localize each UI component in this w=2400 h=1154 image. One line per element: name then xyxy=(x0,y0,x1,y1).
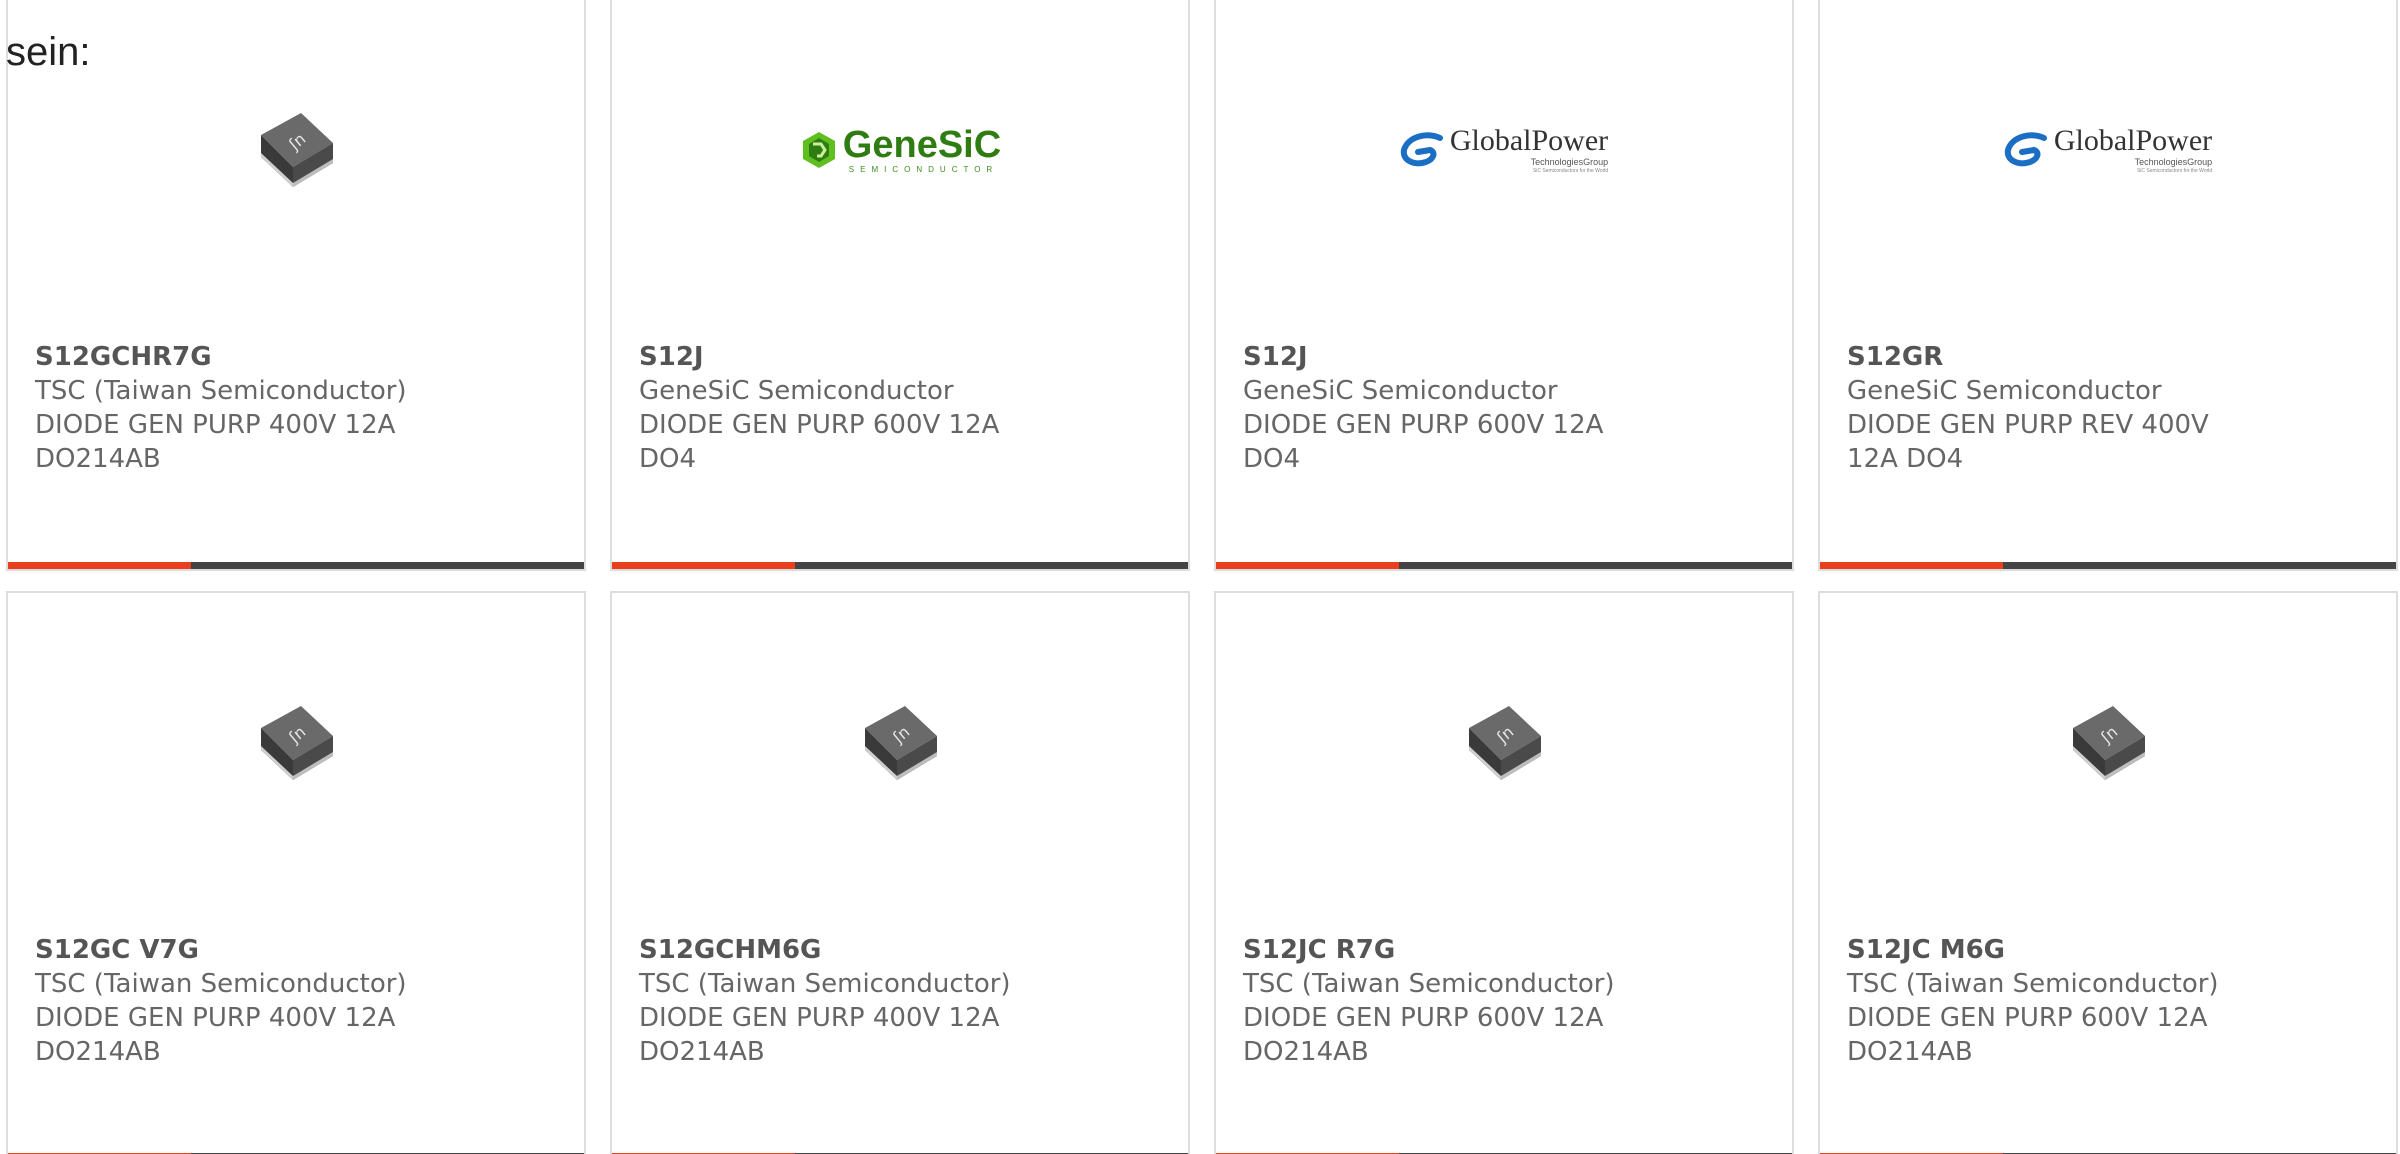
description: DIODE GEN PURP REV 400V 12A DO4 xyxy=(1847,410,2209,474)
manufacturer: GeneSiC Semiconductor xyxy=(639,376,954,406)
genesic-logo-sub: SEMICONDUCTOR xyxy=(848,165,999,174)
part-number[interactable]: S12GCHM6G xyxy=(639,933,1168,967)
card-bar-accent xyxy=(1216,562,1399,569)
globalpower-logo: GlobalPower TechnologiesGroup SiC Semico… xyxy=(1400,126,1608,174)
description: DIODE GEN PURP 400V 12A DO214AB xyxy=(639,1003,1000,1067)
product-image: ʃn xyxy=(8,60,584,240)
product-card[interactable]: ʃn S12GC V7G TSC (Taiwan Semiconductor) … xyxy=(6,591,586,1154)
product-image: ʃn xyxy=(1216,653,1792,833)
description: DIODE GEN PURP 600V 12A DO214AB xyxy=(1847,1003,2208,1067)
card-bar xyxy=(8,562,584,569)
globalpower-swoosh-icon xyxy=(2004,132,2047,167)
globalpower-swoosh-icon xyxy=(1400,132,1443,167)
manufacturer: GeneSiC Semiconductor xyxy=(1243,376,1558,406)
card-bar xyxy=(1820,562,2396,569)
description: DIODE GEN PURP 400V 12A DO214AB xyxy=(35,410,396,474)
smd-diode-icon: ʃn xyxy=(261,113,333,187)
smd-diode-icon: ʃn xyxy=(1469,706,1541,780)
manufacturer: TSC (Taiwan Semiconductor) xyxy=(35,969,407,999)
card-bar xyxy=(1216,562,1792,569)
product-card[interactable]: ʃn S12GCHM6G TSC (Taiwan Semiconductor) … xyxy=(610,591,1190,1154)
product-card[interactable]: GlobalPower TechnologiesGroup SiC Semico… xyxy=(1214,0,1794,571)
manufacturer: TSC (Taiwan Semiconductor) xyxy=(1243,969,1615,999)
product-grid: ʃn S12GCHR7G TSC (Taiwan Semiconductor) … xyxy=(6,0,2400,1154)
globalpower-logo-name: GlobalPower xyxy=(1449,124,1609,157)
part-number[interactable]: S12GCHR7G xyxy=(35,340,564,374)
manufacturer: TSC (Taiwan Semiconductor) xyxy=(35,376,407,406)
globalpower-logo-sub: TechnologiesGroup xyxy=(2134,157,2213,167)
product-info: S12JC M6G TSC (Taiwan Semiconductor) DIO… xyxy=(1847,933,2376,1069)
product-info: S12GCHR7G TSC (Taiwan Semiconductor) DIO… xyxy=(35,340,564,476)
product-card[interactable]: ʃn S12GCHR7G TSC (Taiwan Semiconductor) … xyxy=(6,0,586,571)
card-bar-accent xyxy=(8,562,191,569)
product-info: S12J GeneSiC Semiconductor DIODE GEN PUR… xyxy=(639,340,1168,476)
page: ʃn S12GCHR7G TSC (Taiwan Semiconductor) … xyxy=(0,0,2400,1154)
product-info: S12GC V7G TSC (Taiwan Semiconductor) DIO… xyxy=(35,933,564,1069)
manufacturer: TSC (Taiwan Semiconductor) xyxy=(639,969,1011,999)
card-bar xyxy=(612,562,1188,569)
product-info: S12GR GeneSiC Semiconductor DIODE GEN PU… xyxy=(1847,340,2376,476)
description: DIODE GEN PURP 600V 12A DO4 xyxy=(639,410,1000,474)
product-image: GeneSiC SEMICONDUCTOR xyxy=(612,60,1188,240)
product-card[interactable]: ʃn S12JC M6G TSC (Taiwan Semiconductor) … xyxy=(1818,591,2398,1154)
description: DIODE GEN PURP 400V 12A DO214AB xyxy=(35,1003,396,1067)
smd-diode-icon: ʃn xyxy=(261,706,333,780)
globalpower-logo: GlobalPower TechnologiesGroup SiC Semico… xyxy=(2004,126,2212,174)
product-image: GlobalPower TechnologiesGroup SiC Semico… xyxy=(1820,60,2396,240)
description: DIODE GEN PURP 600V 12A DO4 xyxy=(1243,410,1604,474)
globalpower-logo-name: GlobalPower xyxy=(2053,124,2213,157)
genesic-hex-icon xyxy=(802,132,835,168)
globalpower-logo-sub: TechnologiesGroup xyxy=(1530,157,1609,167)
product-image: GlobalPower TechnologiesGroup SiC Semico… xyxy=(1216,60,1792,240)
part-number[interactable]: S12JC R7G xyxy=(1243,933,1772,967)
product-info: S12J GeneSiC Semiconductor DIODE GEN PUR… xyxy=(1243,340,1772,476)
part-number[interactable]: S12GC V7G xyxy=(35,933,564,967)
description: DIODE GEN PURP 600V 12A DO214AB xyxy=(1243,1003,1604,1067)
globalpower-logo-tag: SiC Semiconductors for the World xyxy=(2136,168,2213,174)
product-image: ʃn xyxy=(1820,653,2396,833)
card-bar-accent xyxy=(1820,562,2003,569)
card-bar-accent xyxy=(612,562,795,569)
product-card[interactable]: GeneSiC SEMICONDUCTOR S12J GeneSiC Semic… xyxy=(610,0,1190,571)
part-number[interactable]: S12J xyxy=(639,340,1168,374)
manufacturer: TSC (Taiwan Semiconductor) xyxy=(1847,969,2219,999)
part-number[interactable]: S12JC M6G xyxy=(1847,933,2376,967)
smd-diode-icon: ʃn xyxy=(2073,706,2145,780)
genesic-logo: GeneSiC SEMICONDUCTOR xyxy=(799,126,1001,174)
globalpower-logo-tag: SiC Semiconductors for the World xyxy=(1532,168,1609,174)
section-heading: sein: xyxy=(6,30,91,74)
product-info: S12GCHM6G TSC (Taiwan Semiconductor) DIO… xyxy=(639,933,1168,1069)
product-image: ʃn xyxy=(8,653,584,833)
manufacturer: GeneSiC Semiconductor xyxy=(1847,376,2162,406)
product-image: ʃn xyxy=(612,653,1188,833)
product-info: S12JC R7G TSC (Taiwan Semiconductor) DIO… xyxy=(1243,933,1772,1069)
product-card[interactable]: ʃn S12JC R7G TSC (Taiwan Semiconductor) … xyxy=(1214,591,1794,1154)
part-number[interactable]: S12GR xyxy=(1847,340,2376,374)
genesic-logo-name: GeneSiC xyxy=(842,124,1002,166)
product-card[interactable]: GlobalPower TechnologiesGroup SiC Semico… xyxy=(1818,0,2398,571)
smd-diode-icon: ʃn xyxy=(865,706,937,780)
part-number[interactable]: S12J xyxy=(1243,340,1772,374)
